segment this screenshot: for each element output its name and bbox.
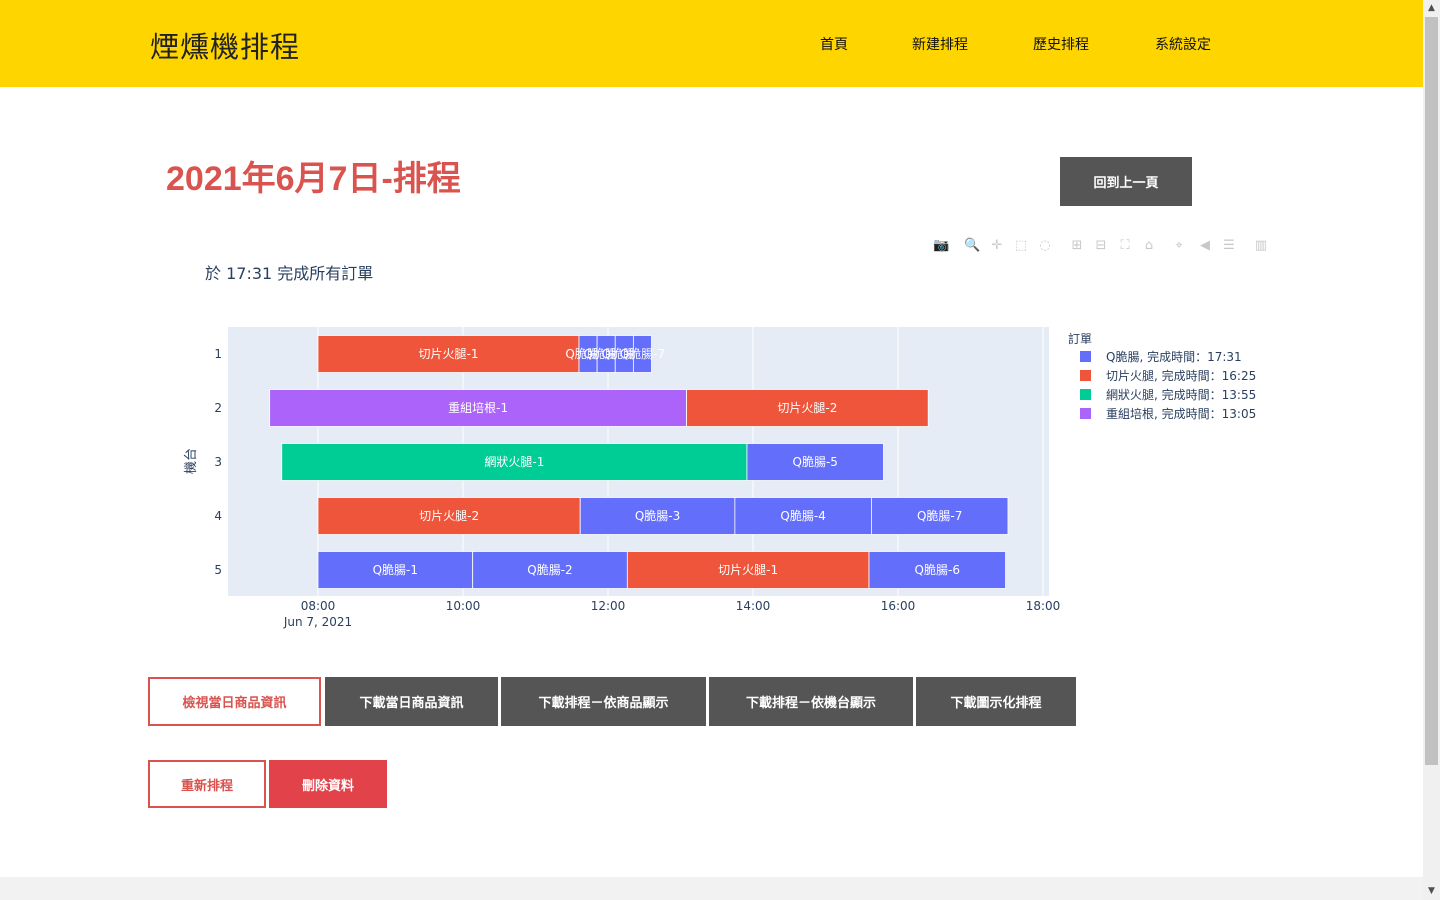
scroll-down-icon[interactable]: ▼ xyxy=(1423,883,1440,900)
x-axis-date-label: Jun 7, 2021 xyxy=(283,615,352,629)
y-tick-label: 2 xyxy=(214,401,222,415)
gantt-bar-label: 重組培根-1 xyxy=(448,400,508,415)
legend-item-label[interactable]: 網狀火腿, 完成時間：13:55 xyxy=(1106,387,1256,402)
y-axis-title: 機台 xyxy=(184,448,199,474)
download-by-machine-button[interactable]: 下載排程－依機台顯示 xyxy=(709,677,913,726)
legend-swatch[interactable] xyxy=(1080,389,1091,400)
legend-swatch[interactable] xyxy=(1080,408,1091,419)
x-tick-label: 08:00 xyxy=(301,599,336,613)
legend-swatch[interactable] xyxy=(1080,370,1091,381)
gantt-bar-label: Q脆腸-7 xyxy=(620,346,665,361)
gantt-bar-label: Q脆腸-3 xyxy=(635,508,680,523)
y-tick-label: 4 xyxy=(214,509,222,523)
gantt-chart[interactable]: 切片火腿-1 Q脆腸-5Q脆腸-6Q脆腸-8Q脆腸-7重組培根-1 切片火腿-2網狀… xyxy=(0,0,1440,660)
legend-title: 訂單 xyxy=(1068,331,1092,346)
download-chart-button[interactable]: 下載圖示化排程 xyxy=(916,677,1076,726)
x-tick-label: 10:00 xyxy=(446,599,481,613)
gantt-bar-label: Q脆腸-4 xyxy=(780,508,825,523)
legend-swatch[interactable] xyxy=(1080,351,1091,362)
gantt-bar-label: Q脆腸-1 xyxy=(373,562,418,577)
y-tick-label: 1 xyxy=(214,347,222,361)
x-tick-label: 16:00 xyxy=(881,599,916,613)
x-tick-label: 14:00 xyxy=(736,599,771,613)
gantt-bar-label: 切片火腿-1 xyxy=(718,563,778,577)
gantt-bar-label: Q脆腸-2 xyxy=(527,562,572,577)
delete-button[interactable]: 刪除資料 xyxy=(269,760,387,808)
x-tick-label: 12:00 xyxy=(591,599,626,613)
legend-item-label[interactable]: 重組培根, 完成時間：13:05 xyxy=(1106,406,1256,421)
y-tick-label: 3 xyxy=(214,455,222,469)
gantt-bar-label: 切片火腿-2 xyxy=(777,401,837,415)
y-tick-label: 5 xyxy=(214,563,222,577)
gantt-bar-label: Q脆腸-6 xyxy=(915,562,960,577)
view-products-button[interactable]: 檢視當日商品資訊 xyxy=(148,677,321,726)
gantt-bar-label: 網狀火腿-1 xyxy=(484,455,544,469)
gantt-bar-label: Q脆腸-7 xyxy=(917,508,962,523)
x-tick-label: 18:00 xyxy=(1026,599,1061,613)
gantt-bar-label: Q脆腸-5 xyxy=(793,454,838,469)
footer xyxy=(0,877,1423,900)
gantt-bar-label: 切片火腿-2 xyxy=(419,509,479,523)
reschedule-button[interactable]: 重新排程 xyxy=(148,760,266,808)
download-by-product-button[interactable]: 下載排程－依商品顯示 xyxy=(501,677,706,726)
gantt-bar-label: 切片火腿-1 xyxy=(419,347,479,361)
legend-item-label[interactable]: 切片火腿, 完成時間：16:25 xyxy=(1106,368,1256,383)
download-products-button[interactable]: 下載當日商品資訊 xyxy=(325,677,498,726)
legend-item-label[interactable]: Q脆腸, 完成時間：17:31 xyxy=(1106,349,1242,364)
